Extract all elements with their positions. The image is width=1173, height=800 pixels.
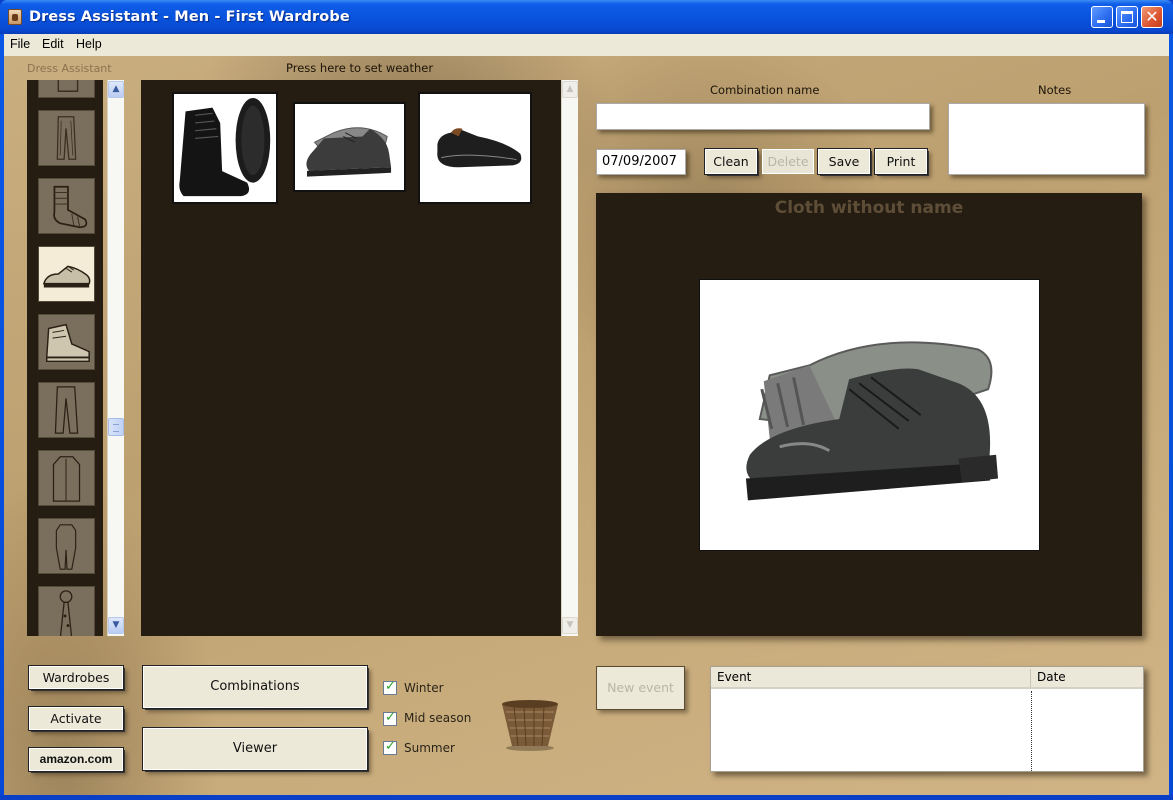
window-bottom-border bbox=[0, 795, 1173, 800]
menu-file[interactable]: File bbox=[10, 37, 30, 51]
column-separator[interactable] bbox=[1030, 669, 1031, 687]
category-tie[interactable] bbox=[38, 586, 95, 636]
menu-help[interactable]: Help bbox=[76, 37, 102, 51]
item-oxford-shoes[interactable] bbox=[293, 102, 406, 192]
app-icon bbox=[8, 9, 22, 25]
app-window: Dress Assistant - Men - First Wardrobe ✕… bbox=[0, 0, 1173, 800]
oxford-shoes-image bbox=[306, 127, 392, 177]
trousers-icon bbox=[56, 116, 77, 160]
column-event[interactable]: Event bbox=[717, 670, 751, 684]
category-shirt[interactable] bbox=[38, 80, 95, 98]
item-boots[interactable] bbox=[172, 92, 278, 204]
scroll-thumb[interactable] bbox=[108, 418, 124, 436]
amazon-button[interactable]: amazon.com bbox=[28, 747, 124, 772]
delete-button[interactable]: Delete bbox=[762, 149, 814, 174]
weather-button[interactable]: Press here to set weather bbox=[286, 61, 433, 75]
summer-label: Summer bbox=[404, 741, 455, 755]
close-button[interactable]: ✕ bbox=[1141, 6, 1163, 28]
brand-label: Dress Assistant bbox=[27, 62, 112, 75]
items-panel bbox=[141, 80, 561, 636]
jeans-icon bbox=[54, 386, 79, 434]
main-area: Dress Assistant Press here to set weathe… bbox=[4, 56, 1169, 795]
window-title: Dress Assistant - Men - First Wardrobe bbox=[29, 9, 350, 25]
coat-icon bbox=[52, 456, 81, 502]
loafers-image bbox=[437, 128, 522, 168]
mid-season-checkbox[interactable] bbox=[383, 710, 397, 726]
date-field[interactable]: 07/09/2007 bbox=[596, 149, 686, 175]
category-sneakers[interactable] bbox=[38, 314, 95, 370]
item-loafers[interactable] bbox=[418, 92, 532, 204]
scroll-up-button[interactable]: ▲ bbox=[108, 81, 124, 98]
items-scroll-down-button[interactable]: ▼ bbox=[562, 617, 578, 634]
winter-checkbox[interactable] bbox=[383, 679, 397, 695]
summer-checkbox[interactable] bbox=[383, 739, 397, 755]
wardrobes-button[interactable]: Wardrobes bbox=[28, 665, 124, 690]
menu-edit[interactable]: Edit bbox=[42, 37, 64, 51]
mid-season-label: Mid season bbox=[404, 711, 472, 725]
column-date[interactable]: Date bbox=[1037, 670, 1066, 684]
notes-textarea[interactable] bbox=[948, 103, 1145, 175]
notes-label: Notes bbox=[1038, 83, 1072, 97]
shirt-icon bbox=[57, 80, 79, 92]
category-list bbox=[27, 80, 103, 636]
events-header: Event Date bbox=[711, 667, 1143, 689]
scroll-down-button[interactable]: ▼ bbox=[108, 617, 124, 634]
preview-title[interactable]: Cloth without name bbox=[596, 198, 1142, 218]
menu-bar: File Edit Help bbox=[4, 34, 1169, 56]
winter-label: Winter bbox=[404, 681, 444, 695]
new-event-button[interactable]: New event bbox=[596, 666, 685, 710]
events-table: Event Date bbox=[710, 666, 1144, 772]
items-scrollbar[interactable]: ▲ ▼ bbox=[561, 80, 578, 636]
shoe-icon bbox=[42, 265, 91, 288]
activate-button[interactable]: Activate bbox=[28, 706, 124, 731]
preview-image bbox=[699, 279, 1040, 551]
trash-basket-icon[interactable] bbox=[498, 696, 562, 752]
print-button[interactable]: Print bbox=[874, 148, 928, 175]
items-scroll-up-button[interactable]: ▲ bbox=[562, 81, 578, 98]
close-icon: ✕ bbox=[1145, 7, 1159, 26]
category-coat[interactable] bbox=[38, 450, 95, 506]
column-divider bbox=[1031, 691, 1032, 771]
category-suit[interactable] bbox=[38, 518, 95, 574]
category-shoes[interactable] bbox=[38, 246, 95, 302]
tie-icon bbox=[59, 590, 73, 636]
clean-button[interactable]: Clean bbox=[704, 148, 758, 175]
save-button[interactable]: Save bbox=[817, 148, 871, 175]
combination-name-label: Combination name bbox=[710, 83, 820, 97]
category-jeans[interactable] bbox=[38, 382, 95, 438]
boots-image bbox=[179, 97, 271, 197]
minimize-icon bbox=[1097, 20, 1105, 23]
maximize-button[interactable] bbox=[1116, 6, 1138, 28]
preview-panel: Cloth without name bbox=[596, 193, 1142, 636]
oxford-shoes-preview bbox=[745, 341, 999, 501]
amazon-logo: amazon.com bbox=[39, 752, 113, 766]
title-bar[interactable]: Dress Assistant - Men - First Wardrobe ✕ bbox=[0, 0, 1173, 34]
sneaker-icon bbox=[46, 323, 90, 363]
viewer-button[interactable]: Viewer bbox=[142, 727, 368, 771]
minimize-button[interactable] bbox=[1091, 6, 1113, 28]
category-trousers[interactable] bbox=[38, 110, 95, 166]
suit-icon bbox=[55, 524, 77, 570]
socks-icon bbox=[53, 185, 88, 229]
maximize-icon bbox=[1121, 11, 1133, 23]
combination-name-input[interactable] bbox=[596, 103, 930, 130]
combinations-button[interactable]: Combinations bbox=[142, 665, 368, 709]
category-scrollbar[interactable]: ▲ ▼ bbox=[107, 80, 124, 636]
category-socks[interactable] bbox=[38, 178, 95, 234]
